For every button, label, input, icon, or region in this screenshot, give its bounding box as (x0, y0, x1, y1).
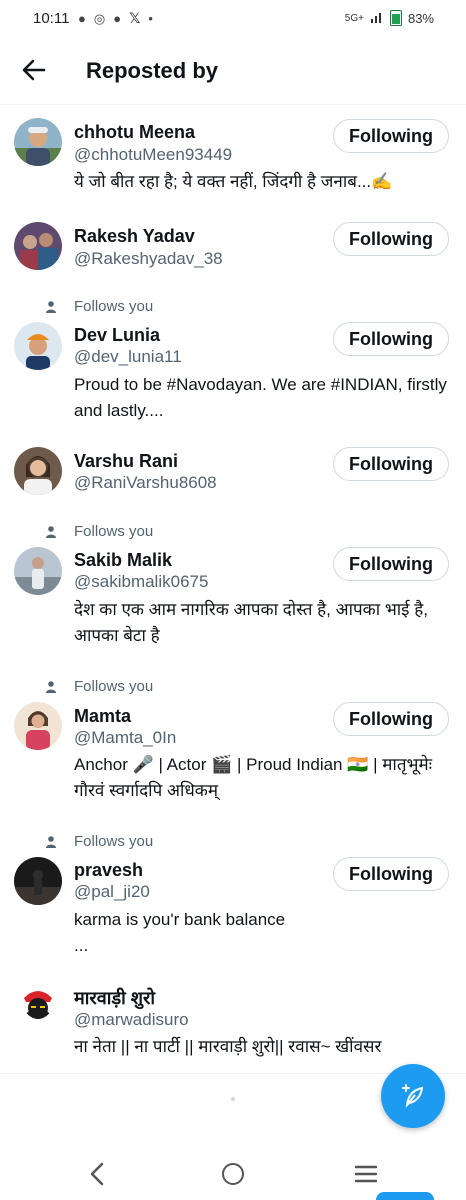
user-handle[interactable]: @chhotuMeen93449 (74, 145, 232, 165)
user-row[interactable]: Varshu Rani @RaniVarshu8608 Following (0, 437, 466, 507)
battery-icon (389, 10, 402, 26)
follows-you-indicator: Follows you (44, 678, 153, 695)
follows-you-label: Follows you (74, 523, 154, 540)
avatar[interactable] (14, 447, 62, 495)
user-row[interactable]: Follows you Sakib Malik @sakibmalik0675 … (0, 523, 466, 653)
network-type: 5G+ (344, 12, 364, 24)
back-button[interactable] (18, 54, 50, 86)
user-bio: Anchor 🎤 | Actor 🎬 | Proud Indian 🇮🇳 | म… (74, 755, 433, 800)
following-button[interactable]: Following (333, 547, 449, 581)
message-icon: ● (113, 11, 122, 26)
user-name[interactable]: Rakesh Yadav (74, 226, 195, 247)
follows-you-label: Follows you (74, 833, 154, 850)
user-name[interactable]: pravesh (74, 860, 143, 881)
user-name[interactable]: chhotu Meena (74, 122, 195, 143)
follows-you-indicator: Follows you (44, 523, 153, 540)
user-bio: देश का एक आम नागरिक आपका दोस्त है, आपका … (74, 600, 429, 645)
user-handle[interactable]: @RaniVarshu8608 (74, 473, 217, 493)
following-button[interactable]: Following (333, 119, 449, 153)
chat-notification-icon: ● (78, 11, 86, 26)
follows-you-label: Follows you (74, 298, 154, 315)
more-notifications-dot: • (148, 11, 153, 26)
user-name[interactable]: Varshu Rani (74, 451, 178, 472)
avatar[interactable] (14, 702, 62, 750)
chrome-icon: ◎ (93, 10, 106, 26)
user-handle[interactable]: @marwadisuro (74, 1010, 189, 1030)
following-button[interactable]: Following (333, 447, 449, 481)
follows-you-label: Follows you (74, 678, 154, 695)
compose-post-icon (402, 1084, 424, 1108)
nav-home-icon[interactable] (222, 1163, 244, 1185)
user-row[interactable]: मारवाड़ी शुरो @marwadisuro ना नेता || ना… (0, 974, 466, 1064)
user-name[interactable]: Mamta (74, 706, 131, 727)
user-handle[interactable]: @Rakeshyadav_38 (74, 249, 223, 269)
user-handle[interactable]: @sakibmalik0675 (74, 572, 208, 592)
user-row[interactable]: Follows you pravesh @pal_ji20 karma is y… (0, 833, 466, 958)
follows-you-indicator: Follows you (44, 298, 153, 315)
following-button[interactable]: Following (333, 857, 449, 891)
following-button[interactable]: Following (333, 322, 449, 356)
signal-icon (370, 11, 384, 26)
header: Reposted by (0, 38, 466, 105)
user-handle[interactable]: @Mamta_0In (74, 728, 176, 748)
avatar[interactable] (14, 118, 62, 166)
nav-back-icon[interactable] (86, 1160, 110, 1188)
following-button[interactable]: Following (333, 702, 449, 736)
user-row[interactable]: Follows you Mamta @Mamta_0In Anchor 🎤 | … (0, 678, 466, 808)
following-button[interactable]: Following (333, 222, 449, 256)
avatar[interactable] (14, 982, 62, 1030)
user-name[interactable]: Sakib Malik (74, 550, 172, 571)
follows-you-indicator: Follows you (44, 833, 153, 850)
user-bio: ये जो बीत रहा है; ये वक्त नहीं, जिंदगी ह… (74, 172, 393, 191)
status-bar: 10:11 ● ◎ ● 𝕏 • 5G+ 83% (0, 0, 466, 38)
avatar[interactable] (14, 857, 62, 905)
battery-percent: 83% (407, 10, 434, 26)
user-name[interactable]: Dev Lunia (74, 325, 160, 346)
avatar[interactable] (14, 547, 62, 595)
status-time: 10:11 (33, 10, 70, 27)
user-bio: karma is you'r bank balance ... (74, 910, 286, 955)
arrow-left-icon (22, 59, 46, 81)
compose-post-button[interactable] (381, 1064, 445, 1128)
user-row[interactable]: Rakesh Yadav @Rakeshyadav_38 Following (0, 212, 466, 282)
person-icon (46, 835, 56, 848)
nav-accent-bar (376, 1192, 434, 1200)
person-icon (46, 525, 56, 538)
user-bio: ना नेता || ना पार्टी || मारवाड़ी शुरो|| … (74, 1037, 382, 1056)
user-row[interactable]: Follows you Dev Lunia @dev_lunia11 Proud… (0, 298, 466, 428)
scroll-indicator (231, 1097, 235, 1101)
user-handle[interactable]: @dev_lunia11 (74, 347, 182, 367)
user-handle[interactable]: @pal_ji20 (74, 882, 150, 902)
user-row[interactable]: chhotu Meena @chhotuMeen93449 ये जो बीत … (0, 108, 466, 198)
user-name[interactable]: मारवाड़ी शुरो (74, 986, 155, 1010)
person-icon (46, 300, 56, 313)
page-title: Reposted by (86, 58, 219, 83)
avatar[interactable] (14, 322, 62, 370)
nav-menu-icon[interactable] (355, 1165, 377, 1183)
avatar[interactable] (14, 222, 62, 270)
person-icon (46, 680, 56, 693)
x-app-icon: 𝕏 (129, 10, 141, 26)
user-bio: Proud to be #Navodayan. We are #INDIAN, … (74, 375, 447, 420)
